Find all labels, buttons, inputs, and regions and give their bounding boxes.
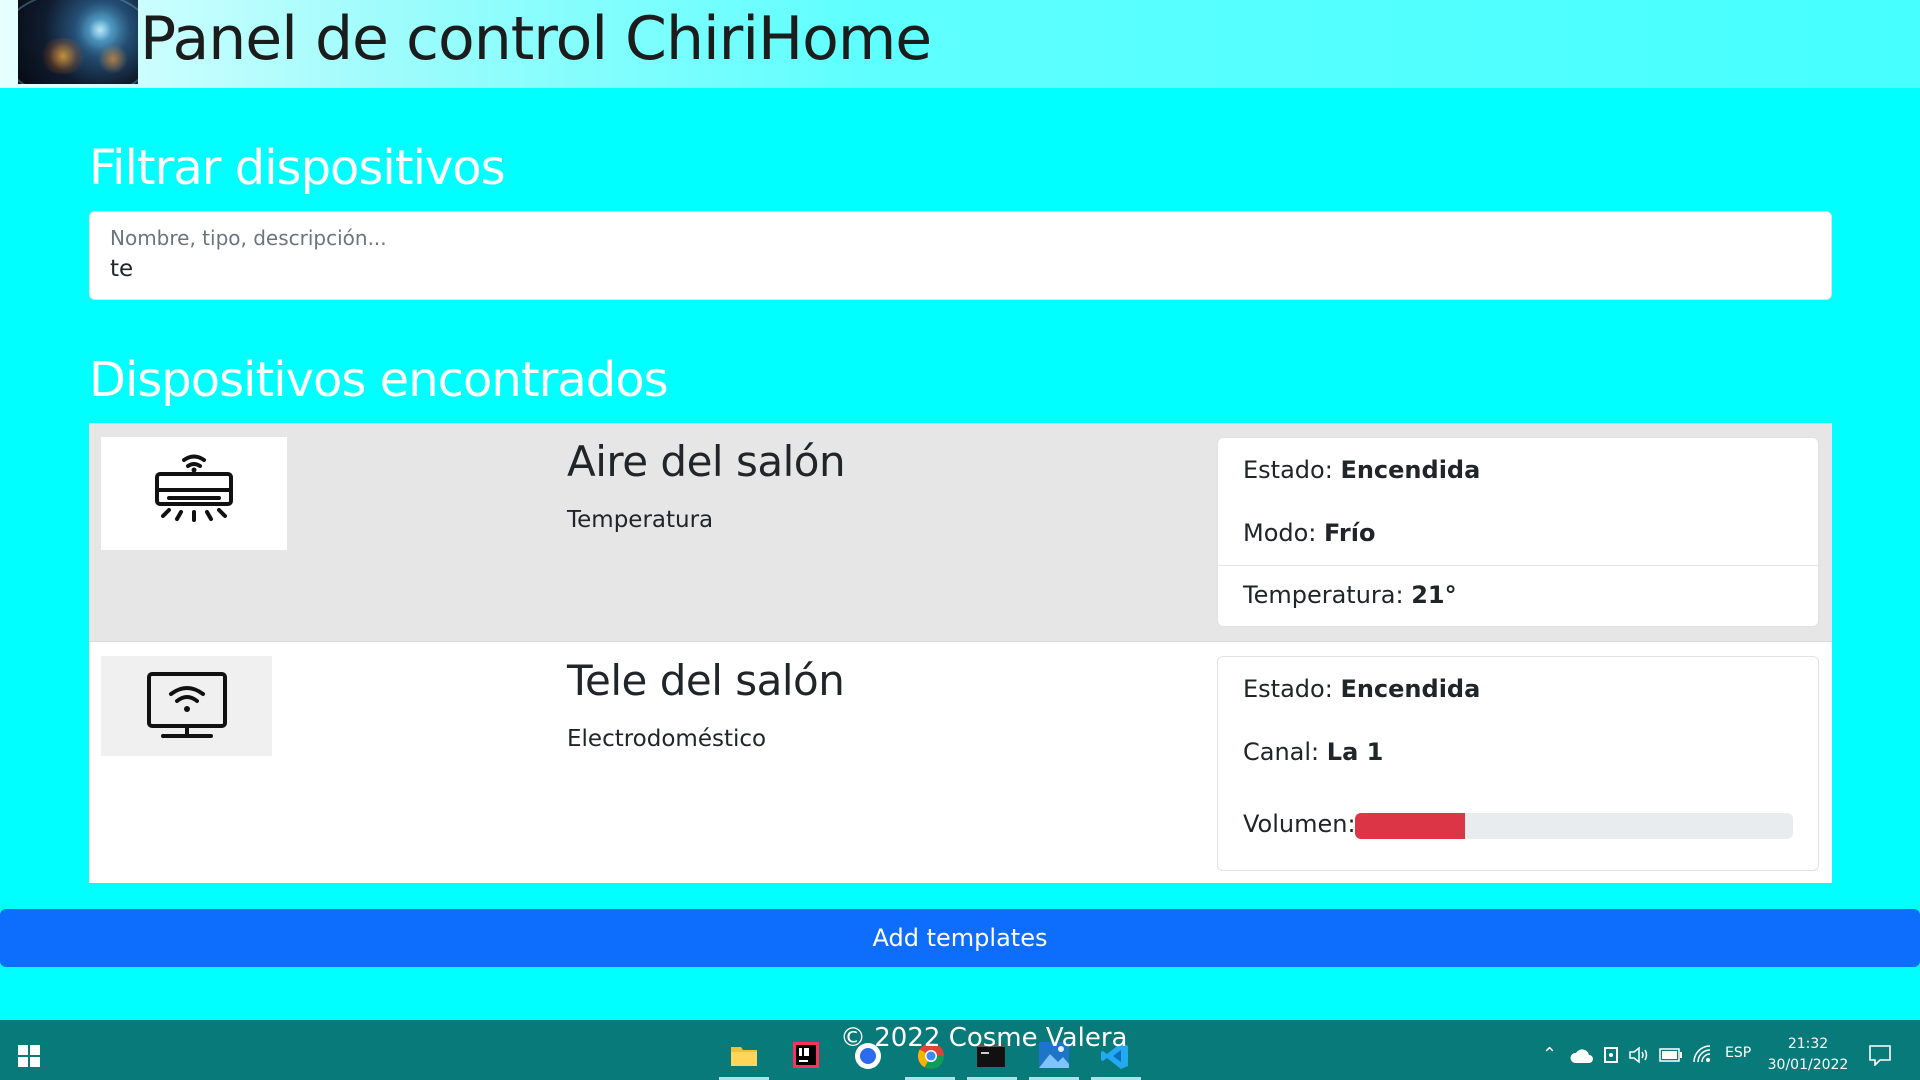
speaker-volume-icon[interactable]	[1628, 1045, 1650, 1065]
property-value: Encendida	[1340, 456, 1481, 484]
device-filter-input[interactable]: Nombre, tipo, descripción... te	[89, 211, 1832, 300]
device-list: Aire del salón Temperatura Estado: Encen…	[89, 423, 1832, 883]
header: Panel de control ChiriHome	[0, 0, 1920, 88]
taskbar-clock[interactable]: 21:32 30/01/2022	[1762, 1034, 1854, 1076]
devices-section-title: Dispositivos encontrados	[89, 352, 669, 408]
device-row-tv[interactable]: Tele del salón Electrodoméstico Estado: …	[89, 641, 1832, 883]
property-label: Estado:	[1243, 675, 1333, 703]
property-modo: Modo: Frío	[1243, 519, 1375, 547]
property-estado: Estado: Encendida	[1243, 456, 1480, 484]
input-language[interactable]: ESP	[1725, 1045, 1751, 1061]
intellij-icon[interactable]	[793, 1042, 819, 1068]
filter-input-value[interactable]: te	[110, 256, 133, 282]
air-conditioner-icon	[155, 454, 233, 522]
property-label: Volumen:	[1243, 810, 1356, 838]
app-root: Panel de control ChiriHome Filtrar dispo…	[0, 0, 1920, 1080]
device-row-air-conditioner[interactable]: Aire del salón Temperatura Estado: Encen…	[89, 423, 1832, 641]
file-explorer-icon[interactable]	[730, 1042, 758, 1068]
onedrive-cloud-icon[interactable]	[1570, 1048, 1594, 1064]
clock-date: 30/01/2022	[1767, 1057, 1849, 1073]
device-name: Tele del salón	[567, 656, 845, 705]
device-name: Aire del salón	[567, 437, 846, 486]
property-value: La 1	[1326, 738, 1384, 766]
device-properties-card: Estado: Encendida Canal: La 1 Volumen:	[1217, 656, 1819, 871]
property-label: Temperatura:	[1243, 581, 1404, 609]
property-estado: Estado: Encendida	[1243, 675, 1480, 703]
device-thumbnail	[101, 437, 287, 550]
globe-network-icon	[18, 0, 138, 84]
device-thumbnail	[101, 656, 272, 756]
property-label: Modo:	[1243, 519, 1317, 547]
property-label: Estado:	[1243, 456, 1333, 484]
chevron-up-icon[interactable]: ⌃	[1542, 1044, 1557, 1065]
property-value: 21°	[1411, 581, 1457, 609]
property-volumen: Volumen:	[1243, 810, 1356, 838]
property-temperatura: Temperatura: 21°	[1243, 581, 1457, 609]
divider	[1218, 565, 1818, 566]
battery-icon[interactable]	[1659, 1048, 1683, 1062]
volume-progress-bar[interactable]	[1355, 813, 1793, 839]
device-type: Temperatura	[567, 507, 714, 533]
smart-tv-icon	[146, 672, 227, 738]
filter-input-label: Nombre, tipo, descripción...	[110, 226, 387, 250]
clock-time: 21:32	[1787, 1036, 1829, 1052]
footer-copyright: © 2022 Cosme Valera	[840, 1023, 1128, 1053]
device-type: Electrodoméstico	[567, 726, 767, 752]
property-value: Encendida	[1340, 675, 1481, 703]
property-label: Canal:	[1243, 738, 1320, 766]
add-templates-button[interactable]: Add templates	[0, 909, 1920, 967]
wifi-icon[interactable]	[1692, 1044, 1712, 1064]
property-canal: Canal: La 1	[1243, 738, 1383, 766]
filter-section-title: Filtrar dispositivos	[89, 140, 506, 196]
property-value: Frío	[1324, 519, 1376, 547]
notifications-icon[interactable]	[1868, 1044, 1892, 1066]
device-meet-icon[interactable]	[1602, 1045, 1620, 1065]
volume-progress-fill	[1355, 813, 1465, 839]
app-title: Panel de control ChiriHome	[140, 4, 932, 74]
windows-start-icon[interactable]	[18, 1045, 40, 1067]
device-properties-card: Estado: Encendida Modo: Frío Temperatura…	[1217, 437, 1819, 627]
